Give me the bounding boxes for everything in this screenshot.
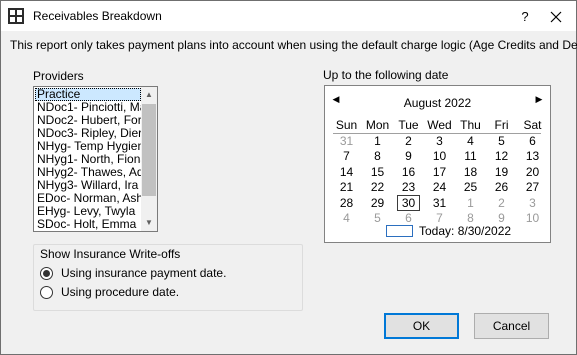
today-marker-icon bbox=[386, 225, 413, 237]
providers-list: Practice NDoc1- Pinciotti, Mar NDoc2- Hu… bbox=[35, 88, 141, 231]
info-text: This report only takes payment plans int… bbox=[10, 38, 577, 52]
provider-item[interactable]: Practice bbox=[35, 88, 141, 101]
provider-item[interactable]: NDoc2- Hubert, Forre bbox=[35, 114, 141, 127]
calendar-day[interactable]: 25 bbox=[455, 180, 486, 196]
calendar-day[interactable]: 10 bbox=[517, 211, 548, 227]
ok-button[interactable]: OK bbox=[384, 313, 459, 339]
calendar-day[interactable]: 5 bbox=[486, 133, 517, 149]
radio-procedure-date[interactable]: Using procedure date. bbox=[40, 285, 179, 299]
day-name: Fri bbox=[494, 118, 509, 132]
provider-item[interactable]: SDoc- Holt, Emma bbox=[35, 218, 141, 231]
calendar-day[interactable]: 6 bbox=[517, 133, 548, 149]
radio-unchecked-icon bbox=[40, 285, 53, 299]
calendar-day[interactable]: 21 bbox=[331, 180, 362, 196]
radio-label: Using insurance payment date. bbox=[61, 266, 227, 280]
close-icon bbox=[550, 11, 562, 23]
provider-item[interactable]: NHyg- Temp Hygieni bbox=[35, 140, 141, 153]
provider-item[interactable]: NDoc1- Pinciotti, Mar bbox=[35, 101, 141, 114]
provider-item[interactable]: NHyg1- North, Fiona bbox=[35, 153, 141, 166]
calendar-day[interactable]: 2 bbox=[393, 133, 424, 149]
calendar-day[interactable]: 4 bbox=[331, 211, 362, 227]
provider-item[interactable]: NHyg3- Willard, Ira bbox=[35, 179, 141, 192]
scroll-thumb[interactable] bbox=[142, 104, 156, 196]
provider-item[interactable]: EDoc- Norman, Ashle bbox=[35, 192, 141, 205]
providers-listbox[interactable]: Practice NDoc1- Pinciotti, Mar NDoc2- Hu… bbox=[33, 86, 158, 232]
dialog-window: Receivables Breakdown ? This report only… bbox=[0, 0, 577, 355]
day-name: Wed bbox=[427, 118, 452, 132]
calendar-header-divider bbox=[333, 133, 541, 134]
calendar-day[interactable]: 4 bbox=[455, 133, 486, 149]
today-label: Today: 8/30/2022 bbox=[419, 224, 512, 238]
window-title: Receivables Breakdown bbox=[33, 9, 162, 23]
scroll-up-icon[interactable]: ▲ bbox=[141, 87, 157, 103]
providers-scrollbar[interactable]: ▲ ▼ bbox=[141, 87, 157, 231]
calendar-day[interactable]: 19 bbox=[486, 164, 517, 180]
close-button[interactable] bbox=[544, 7, 568, 27]
month-title[interactable]: August 2022 bbox=[325, 96, 550, 110]
calendar-day[interactable]: 11 bbox=[455, 149, 486, 165]
calendar-day[interactable]: 26 bbox=[486, 180, 517, 196]
calendar-day[interactable]: 1 bbox=[455, 195, 486, 211]
month-calendar[interactable]: ◀ August 2022 ▶ Sun Mon Tue Wed Thu Fri … bbox=[324, 85, 551, 243]
day-name: Mon bbox=[365, 118, 390, 132]
calendar-day[interactable]: 23 bbox=[393, 180, 424, 196]
calendar-day[interactable]: 2 bbox=[486, 195, 517, 211]
day-name: Thu bbox=[460, 118, 481, 132]
day-name: Sun bbox=[335, 118, 358, 132]
next-month-icon[interactable]: ▶ bbox=[533, 94, 545, 105]
radio-insurance-payment-date[interactable]: Using insurance payment date. bbox=[40, 266, 226, 280]
today-link[interactable]: Today: 8/30/2022 bbox=[386, 224, 511, 238]
calendar-day[interactable]: 28 bbox=[331, 195, 362, 211]
calendar-day[interactable]: 3 bbox=[517, 195, 548, 211]
provider-item[interactable]: NDoc3- Ripley, Dierd bbox=[35, 127, 141, 140]
calendar-day-selected[interactable]: 30 bbox=[393, 194, 424, 211]
calendar-day[interactable]: 18 bbox=[455, 164, 486, 180]
calendar-day[interactable]: 9 bbox=[393, 149, 424, 165]
calendar-day[interactable]: 7 bbox=[331, 149, 362, 165]
radio-checked-icon bbox=[40, 266, 53, 280]
scroll-down-icon[interactable]: ▼ bbox=[141, 215, 157, 231]
radio-label: Using procedure date. bbox=[61, 285, 180, 299]
date-label: Up to the following date bbox=[323, 68, 449, 82]
day-name: Tue bbox=[398, 118, 419, 132]
title-bar: Receivables Breakdown ? bbox=[1, 1, 576, 31]
calendar-day[interactable]: 10 bbox=[424, 149, 455, 165]
calendar-day[interactable]: 24 bbox=[424, 180, 455, 196]
calendar-day[interactable]: 27 bbox=[517, 180, 548, 196]
calendar-day[interactable]: 31 bbox=[424, 195, 455, 211]
calendar-day[interactable]: 31 bbox=[331, 133, 362, 149]
calendar-day[interactable]: 22 bbox=[362, 180, 393, 196]
calendar-day[interactable]: 13 bbox=[517, 149, 548, 165]
calendar-day[interactable]: 14 bbox=[331, 164, 362, 180]
calendar-day[interactable]: 3 bbox=[424, 133, 455, 149]
cancel-button[interactable]: Cancel bbox=[474, 313, 549, 339]
writeoffs-group: Show Insurance Write-offs Using insuranc… bbox=[33, 244, 303, 311]
grid-app-icon bbox=[8, 8, 24, 24]
calendar-day[interactable]: 12 bbox=[486, 149, 517, 165]
calendar-day[interactable]: 15 bbox=[362, 164, 393, 180]
help-button[interactable]: ? bbox=[511, 7, 539, 27]
providers-label: Providers bbox=[33, 69, 84, 83]
calendar-day[interactable]: 8 bbox=[362, 149, 393, 165]
calendar-day[interactable]: 29 bbox=[362, 195, 393, 211]
calendar-day[interactable]: 16 bbox=[393, 164, 424, 180]
day-name: Sat bbox=[523, 118, 542, 132]
selected-day-label: 30 bbox=[396, 194, 421, 211]
writeoffs-group-label: Show Insurance Write-offs bbox=[40, 247, 181, 261]
provider-item[interactable]: EHyg- Levy, Twyla bbox=[35, 205, 141, 218]
calendar-day[interactable]: 1 bbox=[362, 133, 393, 149]
calendar-day[interactable]: 17 bbox=[424, 164, 455, 180]
provider-item[interactable]: NHyg2- Thawes, Adri bbox=[35, 166, 141, 179]
calendar-day[interactable]: 20 bbox=[517, 164, 548, 180]
